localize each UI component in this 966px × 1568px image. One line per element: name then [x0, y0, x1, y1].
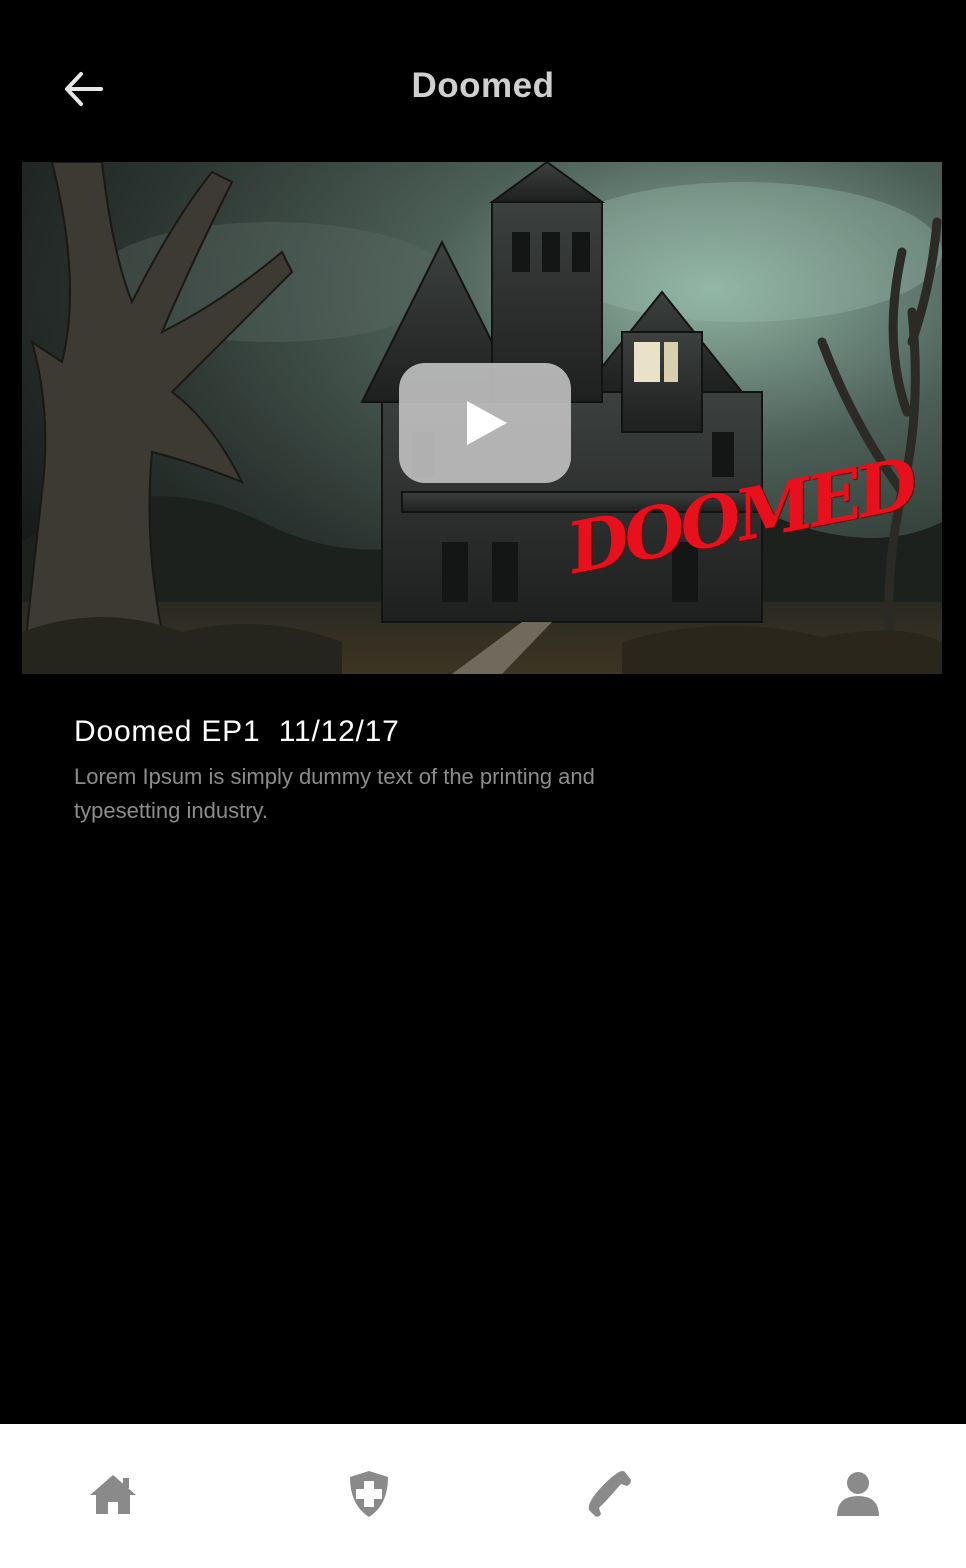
- user-icon: [837, 1472, 879, 1516]
- page-title: Doomed: [411, 66, 555, 105]
- tab-profile[interactable]: [828, 1464, 888, 1524]
- header: Doomed: [0, 0, 966, 160]
- home-icon: [90, 1475, 136, 1514]
- shield-plus-icon: [350, 1471, 388, 1517]
- tab-call[interactable]: [580, 1464, 640, 1524]
- play-button[interactable]: [399, 363, 571, 483]
- bottom-tab-bar: [0, 1424, 966, 1568]
- screen: Doomed DOOMED Doomed EP1 11/12/17 Lorem …: [0, 0, 966, 1568]
- video-player[interactable]: DOOMED: [22, 162, 942, 674]
- episode-title: Doomed EP1 11/12/17: [74, 715, 400, 748]
- phone-icon: [588, 1471, 631, 1517]
- tab-health[interactable]: [339, 1464, 399, 1524]
- episode-info: Doomed EP1 11/12/17 Lorem Ipsum is simpl…: [74, 712, 774, 828]
- tab-home[interactable]: [83, 1464, 143, 1524]
- episode-description: Lorem Ipsum is simply dummy text of the …: [74, 764, 595, 823]
- play-icon: [467, 401, 507, 445]
